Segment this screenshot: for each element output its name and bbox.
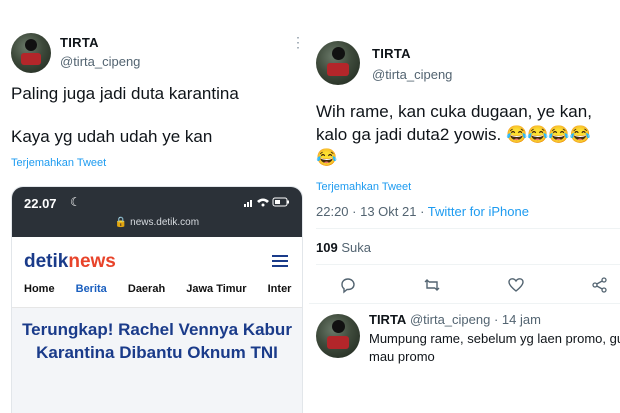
reply-author-handle[interactable]: @tirta_cipeng · 14 jam [410, 312, 541, 327]
reply-text-line: Mumpung rame, sebelum yg laen promo, gu [369, 331, 620, 346]
headline-area: Terungkap! Rachel Vennya Kabur Karantina… [12, 308, 302, 413]
nav-item-berita: Berita [75, 283, 107, 295]
tweet-text-line: 😂 [316, 148, 338, 167]
phone-status-bar: 22.07 ☾ 🔒 news.detik.com [12, 187, 302, 237]
avatar[interactable] [316, 41, 360, 85]
author-handle[interactable]: @tirta_cipeng [60, 54, 140, 69]
divider [316, 228, 620, 229]
moon-icon: ☾ [70, 195, 81, 209]
status-icons [244, 196, 290, 211]
likes-count[interactable]: 109 Suka [316, 240, 371, 255]
detik-header: detiknews Home Berita Daerah Jawa Timur … [12, 237, 302, 308]
reply-header[interactable]: TIRTA @tirta_cipeng · 14 jam [369, 312, 541, 327]
retweet-icon[interactable] [423, 276, 441, 294]
translate-tweet-link[interactable]: Terjemahkan Tweet [316, 181, 411, 193]
avatar[interactable] [316, 314, 360, 358]
left-tweet-panel: TIRTA @tirta_cipeng ⋮ Paling juga jadi d… [0, 0, 307, 413]
nav-item-home: Home [24, 283, 55, 295]
avatar[interactable] [11, 33, 51, 73]
article-headline: Terungkap! Rachel Vennya Kabur Karantina… [22, 320, 292, 362]
tweet-text-line: Kaya yg udah udah ye kan [11, 127, 213, 146]
phone-time: 22.07 [24, 196, 57, 211]
divider [316, 264, 620, 265]
nav-item-daerah: Daerah [127, 283, 166, 295]
client-link[interactable]: Twitter for iPhone [428, 204, 529, 219]
author-name[interactable]: TIRTA [372, 46, 411, 61]
tweet-timestamp: 22:20 · 13 Okt 21 · Twitter for iPhone [316, 204, 529, 219]
nav-item-inter: Inter [267, 283, 292, 295]
share-icon[interactable] [591, 276, 609, 294]
url-bar: 🔒 news.detik.com [114, 217, 200, 228]
author-handle[interactable]: @tirta_cipeng [372, 67, 452, 82]
reply-icon[interactable] [339, 276, 357, 294]
reply-author-name[interactable]: TIRTA [369, 312, 406, 327]
hamburger-menu-icon [272, 255, 288, 267]
tweet-media-image[interactable]: 22.07 ☾ 🔒 news.detik.com detiknews Home … [11, 186, 303, 413]
reply-text-line: mau promo [369, 349, 435, 364]
detik-logo: detiknews [24, 251, 116, 272]
more-vertical-icon[interactable]: ⋮ [291, 34, 305, 51]
tweet-text-line: kalo ga jadi duta2 yowis. 😂😂😂😂 [316, 125, 591, 144]
tweet-text-line: Wih rame, kan cuka dugaan, ye kan, [316, 102, 592, 121]
author-name[interactable]: TIRTA [60, 35, 99, 50]
right-tweet-panel: TIRTA @tirta_cipeng Wih rame, kan cuka d… [309, 0, 620, 413]
url-text: news.detik.com [130, 217, 200, 228]
translate-tweet-link[interactable]: Terjemahkan Tweet [11, 157, 106, 169]
detik-nav: Home Berita Daerah Jawa Timur Inter [24, 283, 302, 295]
divider [309, 303, 620, 304]
tweet-text-line: Paling juga jadi duta karantina [11, 84, 239, 103]
like-icon[interactable] [507, 276, 525, 294]
nav-item-jawa-timur: Jawa Timur [186, 283, 247, 295]
